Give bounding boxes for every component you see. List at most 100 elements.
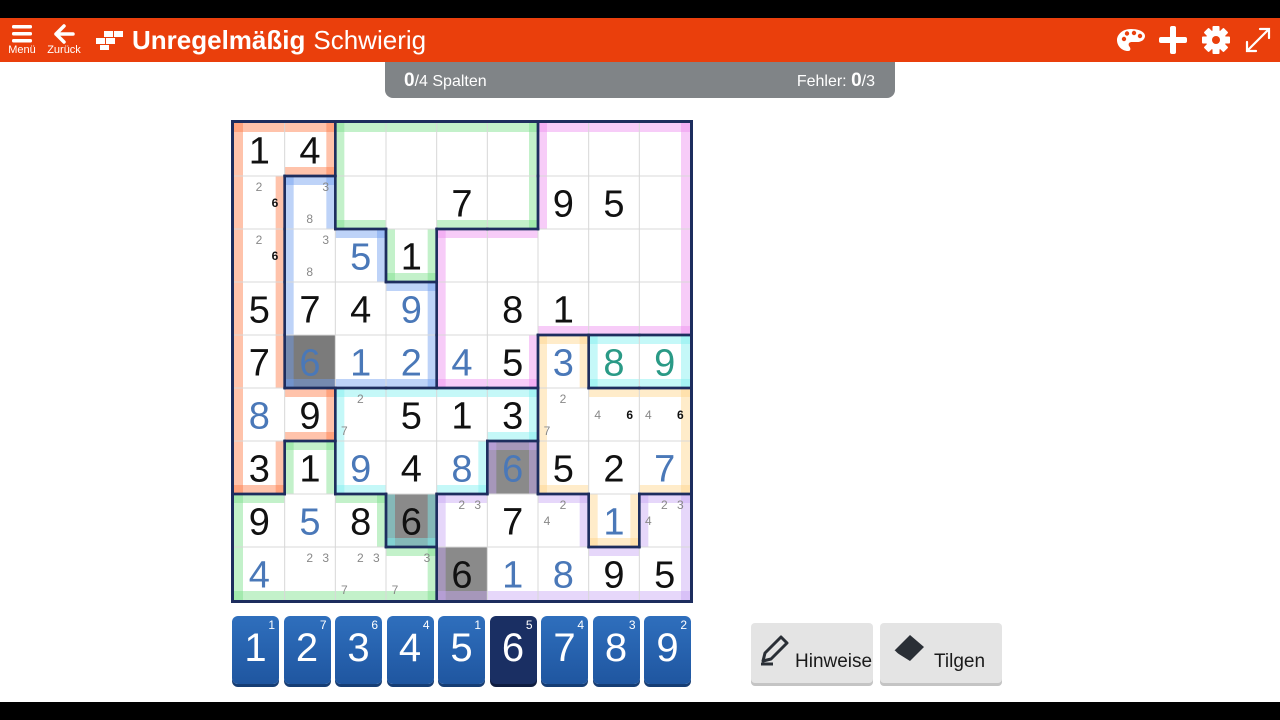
grid-cell-r3c7[interactable] xyxy=(538,229,589,282)
back-arrow-icon xyxy=(54,24,75,44)
back-button[interactable]: Zurück xyxy=(44,18,84,62)
cell-value: 9 xyxy=(401,290,422,332)
cell-note: 2 xyxy=(357,551,364,565)
cell-value: 2 xyxy=(603,449,624,491)
cell-note: 2 xyxy=(560,498,567,512)
cell-note: 6 xyxy=(272,249,279,263)
cell-value: 1 xyxy=(299,449,320,491)
theme-button[interactable] xyxy=(1114,18,1148,62)
number-button-digit: 6 xyxy=(501,626,525,670)
cell-note: 2 xyxy=(256,233,263,247)
settings-button[interactable] xyxy=(1199,18,1233,62)
eraser-icon xyxy=(893,635,924,661)
columns-suffix: /4 Spalten xyxy=(414,73,487,90)
number-button-2[interactable]: 27 xyxy=(283,616,331,684)
cell-note: 4 xyxy=(544,514,551,528)
cell-value: 8 xyxy=(249,396,270,438)
number-button-5[interactable]: 51 xyxy=(438,616,485,684)
cell-note: 3 xyxy=(373,551,380,565)
cell-value: 5 xyxy=(249,290,270,332)
puzzle-logo-icon xyxy=(96,31,123,50)
cell-value: 5 xyxy=(401,396,422,438)
menu-label: Menü xyxy=(8,44,36,56)
number-button-digit: 7 xyxy=(553,626,576,670)
cell-value: 1 xyxy=(350,343,371,385)
grid-cell-r2c4[interactable] xyxy=(386,176,437,229)
number-remaining-count: 2 xyxy=(680,618,687,632)
number-remaining-count: 6 xyxy=(371,618,378,632)
cell-note: 6 xyxy=(272,196,279,210)
new-game-button[interactable] xyxy=(1156,18,1190,62)
menu-button[interactable]: Menü xyxy=(4,18,40,62)
cell-note: 7 xyxy=(392,583,399,597)
pencil-icon xyxy=(761,635,789,666)
sudoku-grid: 1426387952638515749817612453898927513274… xyxy=(234,123,690,600)
cell-value: 5 xyxy=(350,237,371,279)
cell-value: 1 xyxy=(553,290,574,332)
cell-value: 7 xyxy=(249,343,270,385)
cell-note: 4 xyxy=(645,408,652,422)
fullscreen-button[interactable] xyxy=(1241,18,1275,62)
title-mode: Unregelmäßig xyxy=(132,24,306,55)
cell-value: 8 xyxy=(553,555,574,597)
cell-value: 9 xyxy=(603,555,624,597)
errors-value: 0 xyxy=(851,70,862,91)
grid-cell-r3c8[interactable] xyxy=(588,229,640,282)
number-button-digit: 9 xyxy=(656,626,679,670)
cell-note: 3 xyxy=(322,180,329,194)
error-counter: Fehler: 0/3 xyxy=(797,70,875,92)
number-button-8[interactable]: 83 xyxy=(592,616,640,684)
number-button-digit: 5 xyxy=(450,626,473,670)
cell-value: 2 xyxy=(401,343,422,385)
cell-note: 3 xyxy=(474,498,481,512)
number-button-3[interactable]: 36 xyxy=(335,616,382,684)
cell-note: 6 xyxy=(677,408,684,422)
number-button-9[interactable]: 92 xyxy=(644,616,691,684)
cell-note: 3 xyxy=(424,551,431,565)
cell-note: 4 xyxy=(594,408,601,422)
cell-value: 8 xyxy=(451,449,472,491)
cell-value: 6 xyxy=(299,343,320,385)
title-difficulty: Schwierig xyxy=(313,24,427,55)
number-button-1[interactable]: 11 xyxy=(232,616,279,684)
cell-note: 3 xyxy=(677,498,684,512)
cell-value: 8 xyxy=(502,290,523,332)
cell-value: 9 xyxy=(299,396,320,438)
cell-value: 4 xyxy=(401,449,422,491)
cell-value: 5 xyxy=(654,555,675,597)
cell-value: 8 xyxy=(603,343,624,385)
erase-button[interactable]: Tilgen xyxy=(880,623,1002,683)
cell-value: 1 xyxy=(603,502,624,544)
cell-value: 4 xyxy=(451,343,472,385)
number-button-6[interactable]: 65 xyxy=(489,616,537,684)
cell-note: 2 xyxy=(357,392,364,406)
number-button-4[interactable]: 44 xyxy=(386,616,434,684)
cell-note: 3 xyxy=(322,233,329,247)
erase-label: Tilgen xyxy=(934,651,986,672)
cell-note: 2 xyxy=(458,498,465,512)
number-button-digit: 8 xyxy=(604,626,628,670)
cell-value: 6 xyxy=(502,449,523,491)
number-remaining-count: 1 xyxy=(474,618,481,632)
hints-label: Hinweise xyxy=(795,651,873,672)
number-pad: 112736445165748392 xyxy=(232,616,694,686)
sudoku-grid-svg: 1 42638 7 9 52638 5 15 7 4 9 8 17 6 1 2 4 5 3 8 98 9 27 5 1 3 274… xyxy=(234,123,690,600)
number-remaining-count: 3 xyxy=(628,618,636,632)
cell-value: 3 xyxy=(553,343,574,385)
cell-value: 5 xyxy=(603,184,624,226)
hints-button[interactable]: Hinweise xyxy=(751,623,873,683)
palette-icon xyxy=(1117,29,1145,51)
number-button-digit: 3 xyxy=(347,626,370,670)
cell-value: 1 xyxy=(502,555,523,597)
errors-label: Fehler: xyxy=(796,73,852,90)
cell-note: 6 xyxy=(626,408,633,422)
number-button-7[interactable]: 74 xyxy=(541,616,588,684)
cell-note: 2 xyxy=(306,551,313,565)
cell-value: 9 xyxy=(350,449,371,491)
cell-note: 2 xyxy=(256,180,263,194)
cell-value: 1 xyxy=(401,237,422,279)
number-remaining-count: 4 xyxy=(422,618,430,632)
cell-value: 5 xyxy=(502,343,523,385)
number-button-digit: 4 xyxy=(398,626,422,670)
number-remaining-count: 7 xyxy=(319,618,327,632)
